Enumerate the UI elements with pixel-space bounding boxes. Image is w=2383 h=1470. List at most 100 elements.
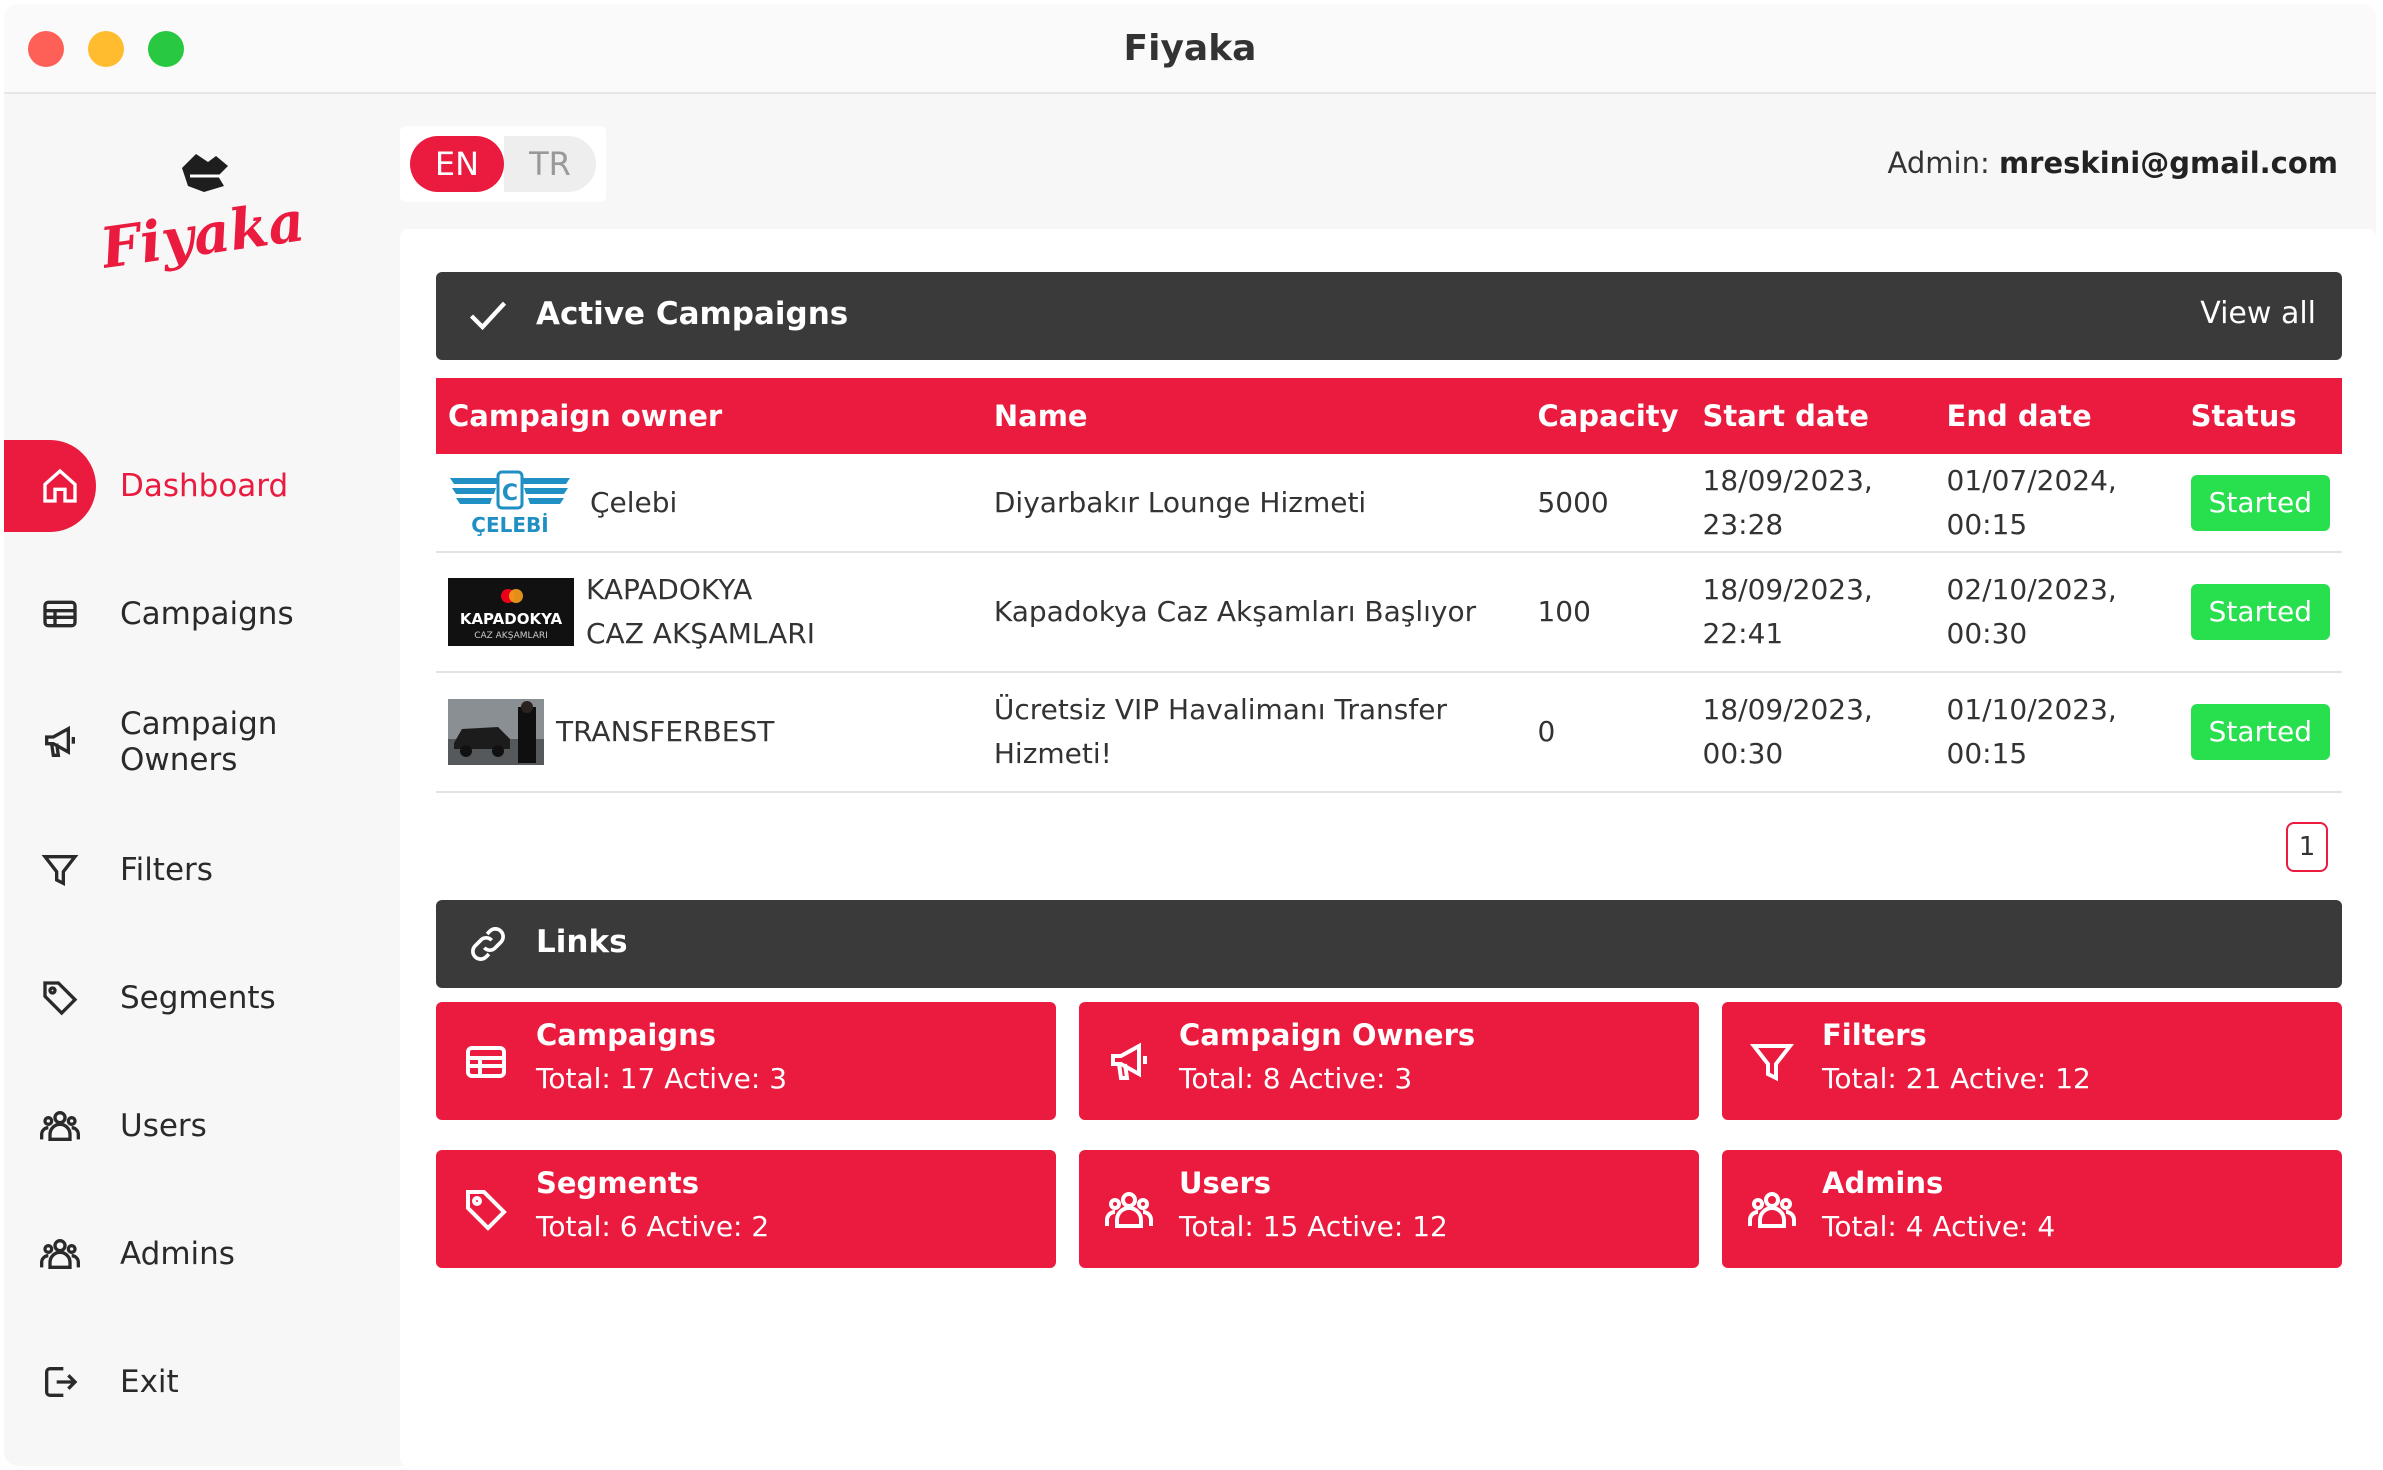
link-card-segments[interactable]: Segments Total: 6 Active: 2	[436, 1150, 1056, 1268]
start-date: 18/09/2023, 00:30	[1690, 672, 1935, 793]
home-icon	[43, 468, 77, 503]
sidebar-item-label: Exit	[120, 1364, 179, 1400]
start-date: 18/09/2023, 23:28	[1690, 454, 1935, 553]
sidebar-item-label: Segments	[120, 980, 276, 1016]
end-date: 01/07/2024, 00:15	[1934, 454, 2179, 553]
sidebar-item-label: Filters	[120, 852, 213, 888]
card-stats: Total: 17 Active: 3	[536, 1062, 788, 1095]
language-tr-button[interactable]: TR	[504, 136, 596, 192]
owner-name: KAPADOKYA CAZ AKŞAMLARI	[586, 573, 816, 650]
card-stats: Total: 15 Active: 12	[1179, 1210, 1448, 1243]
link-icon	[471, 927, 505, 961]
sidebar-item-campaigns[interactable]: Campaigns	[4, 568, 400, 660]
link-card-users[interactable]: Users Total: 15 Active: 12	[1079, 1150, 1699, 1268]
end-date: 02/10/2023, 00:30	[1934, 552, 2179, 673]
start-date: 18/09/2023, 22:41	[1690, 552, 1935, 673]
card-title: Filters	[1822, 1018, 1927, 1052]
table-icon	[466, 1046, 506, 1078]
table-row[interactable]: KAPADOKYA CAZ AKŞAMLARI KAPADOKYA CAZ AK…	[436, 552, 2342, 673]
table-header-row: Campaign owner Name Capacity Start date …	[436, 378, 2342, 454]
end-date: 01/10/2023, 00:15	[1934, 672, 2179, 793]
links-header: Links	[436, 900, 2342, 988]
card-stats: Total: 4 Active: 4	[1822, 1210, 2056, 1243]
admin-email: mreskini@gmail.com	[1998, 146, 2338, 180]
campaign-name: Diyarbakır Lounge Hizmeti	[981, 454, 1526, 553]
section-title: Links	[536, 924, 628, 960]
window-title: Fiyaka	[1123, 28, 1257, 69]
status-cell: Started	[2178, 454, 2342, 553]
users-icon	[40, 1239, 80, 1269]
link-card-admins[interactable]: Admins Total: 4 Active: 4	[1722, 1150, 2342, 1268]
language-en-button[interactable]: EN	[410, 136, 504, 192]
table-row[interactable]: TRANSFERBEST Ücretsiz VIP Havalimanı Tra…	[436, 672, 2342, 793]
admin-label: Admin:	[1887, 146, 1990, 180]
sidebar-item-filters[interactable]: Filters	[4, 824, 400, 916]
status-badge: Started	[2190, 704, 2330, 760]
column-header: End date	[1934, 378, 2179, 454]
column-header: Status	[2178, 378, 2342, 454]
table-icon	[43, 600, 77, 628]
sidebar-item-label: Campaign Owners	[120, 706, 278, 778]
users-icon	[1748, 1192, 1796, 1228]
card-stats: Total: 8 Active: 3	[1179, 1062, 1413, 1095]
card-stats: Total: 21 Active: 12	[1822, 1062, 2091, 1095]
column-header: Name	[981, 378, 1526, 454]
admin-info: Admin: mreskini@gmail.com	[1888, 146, 2338, 180]
sidebar-item-label: Users	[120, 1108, 207, 1144]
tag-icon	[43, 981, 78, 1016]
card-title: Campaign Owners	[1179, 1018, 1476, 1052]
sidebar-item-admins[interactable]: Admins	[4, 1208, 400, 1300]
column-header: Campaign owner	[436, 378, 982, 454]
campaign-name: Ücretsiz VIP Havalimanı Transfer Hizmeti…	[981, 672, 1526, 793]
capacity: 100	[1525, 552, 1691, 673]
owner-cell: C ÇELEBİ Çelebi	[436, 454, 982, 553]
owner-cell: KAPADOKYA CAZ AKŞAMLARI KAPADOKYA CAZ AK…	[436, 552, 982, 673]
sidebar-item-dashboard[interactable]: Dashboard	[4, 440, 400, 532]
status-cell: Started	[2178, 552, 2342, 673]
checkmark-icon	[469, 301, 507, 331]
kapadokya-logo: KAPADOKYA CAZ AKŞAMLARI	[448, 578, 574, 646]
title-bar: Fiyaka	[4, 4, 2376, 94]
transferbest-photo	[448, 699, 544, 765]
card-title: Campaigns	[536, 1018, 717, 1052]
card-stats: Total: 6 Active: 2	[536, 1210, 770, 1243]
megaphone-icon	[45, 725, 75, 757]
celebi-logo: C ÇELEBİ	[450, 470, 570, 536]
active-campaigns-header: Active Campaigns View all	[436, 272, 2342, 360]
sidebar-item-label: Campaigns	[120, 596, 294, 632]
card-title: Admins	[1822, 1166, 1944, 1200]
pagination-page-button[interactable]: 1	[2286, 822, 2328, 872]
status-cell: Started	[2178, 672, 2342, 793]
app-window: Fiyaka Fiyaka Dashboard Campaigns Campai…	[4, 4, 2376, 1466]
svg-text:C: C	[502, 481, 518, 506]
link-card-campaign-owners[interactable]: Campaign Owners Total: 8 Active: 3	[1079, 1002, 1699, 1120]
status-badge: Started	[2190, 474, 2330, 531]
link-card-campaigns[interactable]: Campaigns Total: 17 Active: 3	[436, 1002, 1056, 1120]
table-row[interactable]: C ÇELEBİ Çelebi Diyarbakır Lounge Hizmet…	[436, 454, 2342, 553]
status-badge: Started	[2190, 584, 2330, 640]
capacity: 5000	[1525, 454, 1691, 553]
svg-text:CAZ AKŞAMLARI: CAZ AKŞAMLARI	[474, 631, 548, 641]
filter-icon	[1749, 1044, 1795, 1082]
sidebar-item-segments[interactable]: Segments	[4, 952, 400, 1044]
logo-text: Fiyaka	[104, 188, 304, 282]
view-all-link[interactable]: View all	[2200, 296, 2316, 331]
logout-icon	[45, 1367, 78, 1397]
link-card-filters[interactable]: Filters Total: 21 Active: 12	[1722, 1002, 2342, 1120]
sidebar-item-users[interactable]: Users	[4, 1080, 400, 1172]
owner-name: TRANSFERBEST	[556, 715, 775, 748]
sidebar-item-label: Admins	[120, 1236, 235, 1272]
sidebar: Fiyaka Dashboard Campaigns Campaign Owne…	[4, 96, 400, 1466]
sidebar-item-exit[interactable]: Exit	[4, 1336, 400, 1428]
campaigns-table: Campaign owner Name Capacity Start date …	[436, 378, 2342, 793]
sidebar-item-label: Dashboard	[120, 468, 289, 504]
megaphone-icon	[1111, 1042, 1147, 1080]
language-switcher: EN TR	[400, 126, 606, 202]
owner-cell: TRANSFERBEST	[436, 672, 982, 793]
svg-text:KAPADOKYA: KAPADOKYA	[460, 610, 563, 628]
column-header: Start date	[1690, 378, 1935, 454]
svg-text:ÇELEBİ: ÇELEBİ	[471, 513, 548, 536]
column-header: Capacity	[1525, 378, 1691, 454]
campaign-name: Kapadokya Caz Akşamları Başlıyor	[981, 552, 1526, 673]
sidebar-item-campaign-owners[interactable]: Campaign Owners	[4, 696, 400, 788]
